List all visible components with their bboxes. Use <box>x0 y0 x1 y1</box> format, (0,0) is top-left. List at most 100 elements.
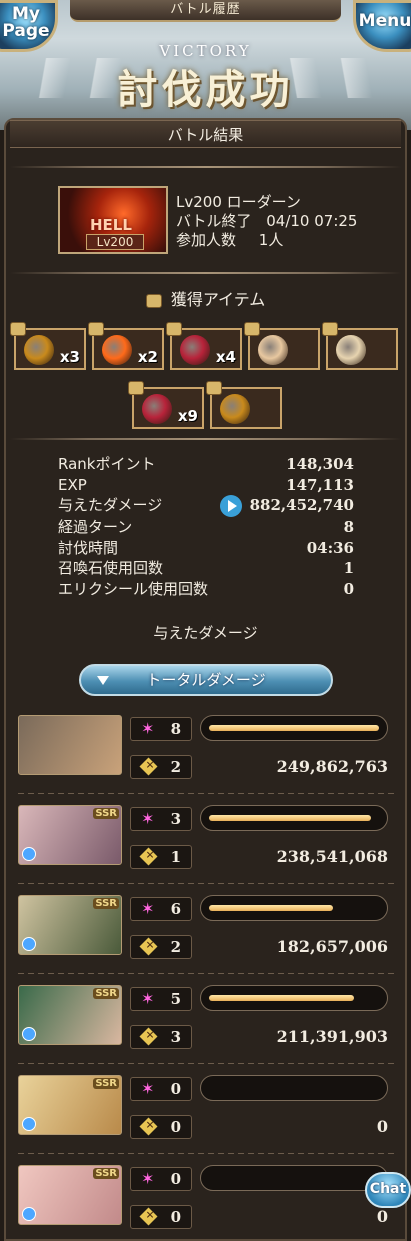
skill-count: 8 <box>170 720 181 738</box>
red-pouch-icon <box>180 335 210 365</box>
character-card-icon <box>258 335 288 365</box>
skill-count-pill: ✶ 8 <box>130 717 192 741</box>
sparkle-icon: ✶ <box>141 1169 155 1188</box>
damage-value: 249,862,763 <box>276 757 388 776</box>
damage-bar-fill <box>209 905 333 911</box>
battle-end-time: 04/10 07:25 <box>266 212 358 230</box>
hell-badge: HELL <box>90 216 132 234</box>
charge-attack-count: 0 <box>170 1118 181 1136</box>
obtained-items-label: 獲得アイテム <box>170 290 266 309</box>
character-portrait[interactable]: SSR <box>18 985 122 1045</box>
charge-attack-icon <box>139 1117 158 1136</box>
stat-label: 与えたダメージ <box>58 496 163 514</box>
ssr-badge: SSR <box>93 1078 119 1089</box>
element-ring-icon <box>22 937 36 951</box>
item-slot[interactable]: x2 <box>88 322 164 370</box>
element-ring-icon <box>22 1207 36 1221</box>
skill-count-pill: ✶ 5 <box>130 987 192 1011</box>
victory-header: バトル履歴 My Page Menu VICTORY 討伐成功 <box>0 0 411 130</box>
stat-value: 0 <box>344 579 354 600</box>
divider <box>10 438 401 440</box>
scroll-icon <box>336 335 366 365</box>
row-separator <box>18 1153 394 1154</box>
battle-stats: Rankポイント 148,304 EXP 147,113 与えたダメージ 882,452,… <box>58 454 354 599</box>
damage-value: 238,541,068 <box>276 847 388 866</box>
charge-attack-pill: 3 <box>130 1025 192 1049</box>
sparkle-icon: ✶ <box>141 809 155 828</box>
skill-count: 0 <box>170 1080 181 1098</box>
quest-info: Lv200 ローダーン バトル終了 04/10 07:25 参加人数 1人 <box>176 193 357 250</box>
chest-icon <box>128 381 144 395</box>
item-slot[interactable]: x3 <box>10 322 86 370</box>
stat-value-text: 882,452,740 <box>249 496 354 514</box>
character-portrait[interactable] <box>18 715 122 775</box>
stat-value: 04:36 <box>307 538 354 559</box>
character-portrait[interactable]: SSR <box>18 1075 122 1135</box>
play-icon[interactable] <box>219 495 242 517</box>
stat-value: 8 <box>344 517 354 538</box>
participants-row: 参加人数 1人 <box>176 231 357 250</box>
battle-end-row: バトル終了 04/10 07:25 <box>176 212 357 231</box>
row-separator <box>18 973 394 974</box>
chat-button[interactable]: Chat <box>365 1172 411 1208</box>
ssr-badge: SSR <box>93 898 119 909</box>
damage-value: 0 <box>376 1207 388 1226</box>
damage-bar <box>200 895 388 921</box>
item-slot[interactable]: x4 <box>166 322 242 370</box>
stat-row: Rankポイント 148,304 <box>58 454 354 475</box>
charge-attack-count: 3 <box>170 1028 181 1046</box>
charge-attack-icon <box>139 1207 158 1226</box>
item-slot[interactable] <box>244 322 320 370</box>
element-ring-icon <box>22 1117 36 1131</box>
damage-bar-fill <box>209 995 354 1001</box>
item-slot[interactable]: x9 <box>128 381 204 429</box>
stat-label: 討伐時間 <box>58 538 119 557</box>
item-slot[interactable] <box>206 381 282 429</box>
character-portrait[interactable]: SSR <box>18 805 122 865</box>
damage-bar <box>200 1075 388 1101</box>
red-pouch-icon <box>142 394 172 424</box>
item-slot[interactable] <box>322 322 398 370</box>
stat-value-text: 1 <box>343 559 354 577</box>
battle-end-label: バトル終了 <box>176 212 252 230</box>
stat-row: エリクシール使用回数 0 <box>58 579 354 600</box>
stat-label: 召喚石使用回数 <box>58 559 164 577</box>
damage-bar <box>200 715 388 741</box>
chest-icon <box>10 322 26 336</box>
charge-attack-icon <box>139 757 158 776</box>
stat-value-text: 04:36 <box>306 538 354 557</box>
divider <box>10 166 401 168</box>
quest-name: Lv200 ローダーン <box>176 193 301 211</box>
character-portrait[interactable]: SSR <box>18 895 122 955</box>
charge-attack-icon <box>139 847 158 866</box>
damage-bar <box>200 985 388 1011</box>
stat-value-text: 147,113 <box>286 475 354 494</box>
damage-value: 211,391,903 <box>276 1027 388 1046</box>
damage-value: 182,657,006 <box>276 937 388 956</box>
row-separator <box>18 883 394 884</box>
damage-bar-fill <box>209 725 379 731</box>
row-separator <box>18 793 394 794</box>
stat-label: Rankポイント <box>58 455 156 473</box>
character-portrait[interactable]: SSR <box>18 1165 122 1225</box>
stat-label: EXP <box>58 475 87 494</box>
skill-count: 0 <box>170 1170 181 1188</box>
charge-attack-pill: 2 <box>130 935 192 959</box>
participants-value: 1人 <box>258 231 284 249</box>
chest-icon <box>206 381 222 395</box>
charge-attack-count: 1 <box>170 848 181 866</box>
skill-count: 3 <box>170 810 181 828</box>
stat-value-text: 0 <box>343 579 354 598</box>
total-damage-button[interactable]: トータルダメージ <box>79 664 333 696</box>
ssr-badge: SSR <box>93 988 119 999</box>
charge-attack-pill: 0 <box>130 1115 192 1139</box>
ssr-badge: SSR <box>93 808 119 819</box>
skill-count: 6 <box>170 900 181 918</box>
item-count: x3 <box>59 348 80 366</box>
stat-value: 148,304 <box>286 454 354 475</box>
stat-label: 経過ターン <box>58 518 133 536</box>
skill-count-pill: ✶ 6 <box>130 897 192 921</box>
chest-icon <box>322 322 338 336</box>
chest-icon <box>88 322 104 336</box>
stat-row: 討伐時間 04:36 <box>58 538 354 559</box>
